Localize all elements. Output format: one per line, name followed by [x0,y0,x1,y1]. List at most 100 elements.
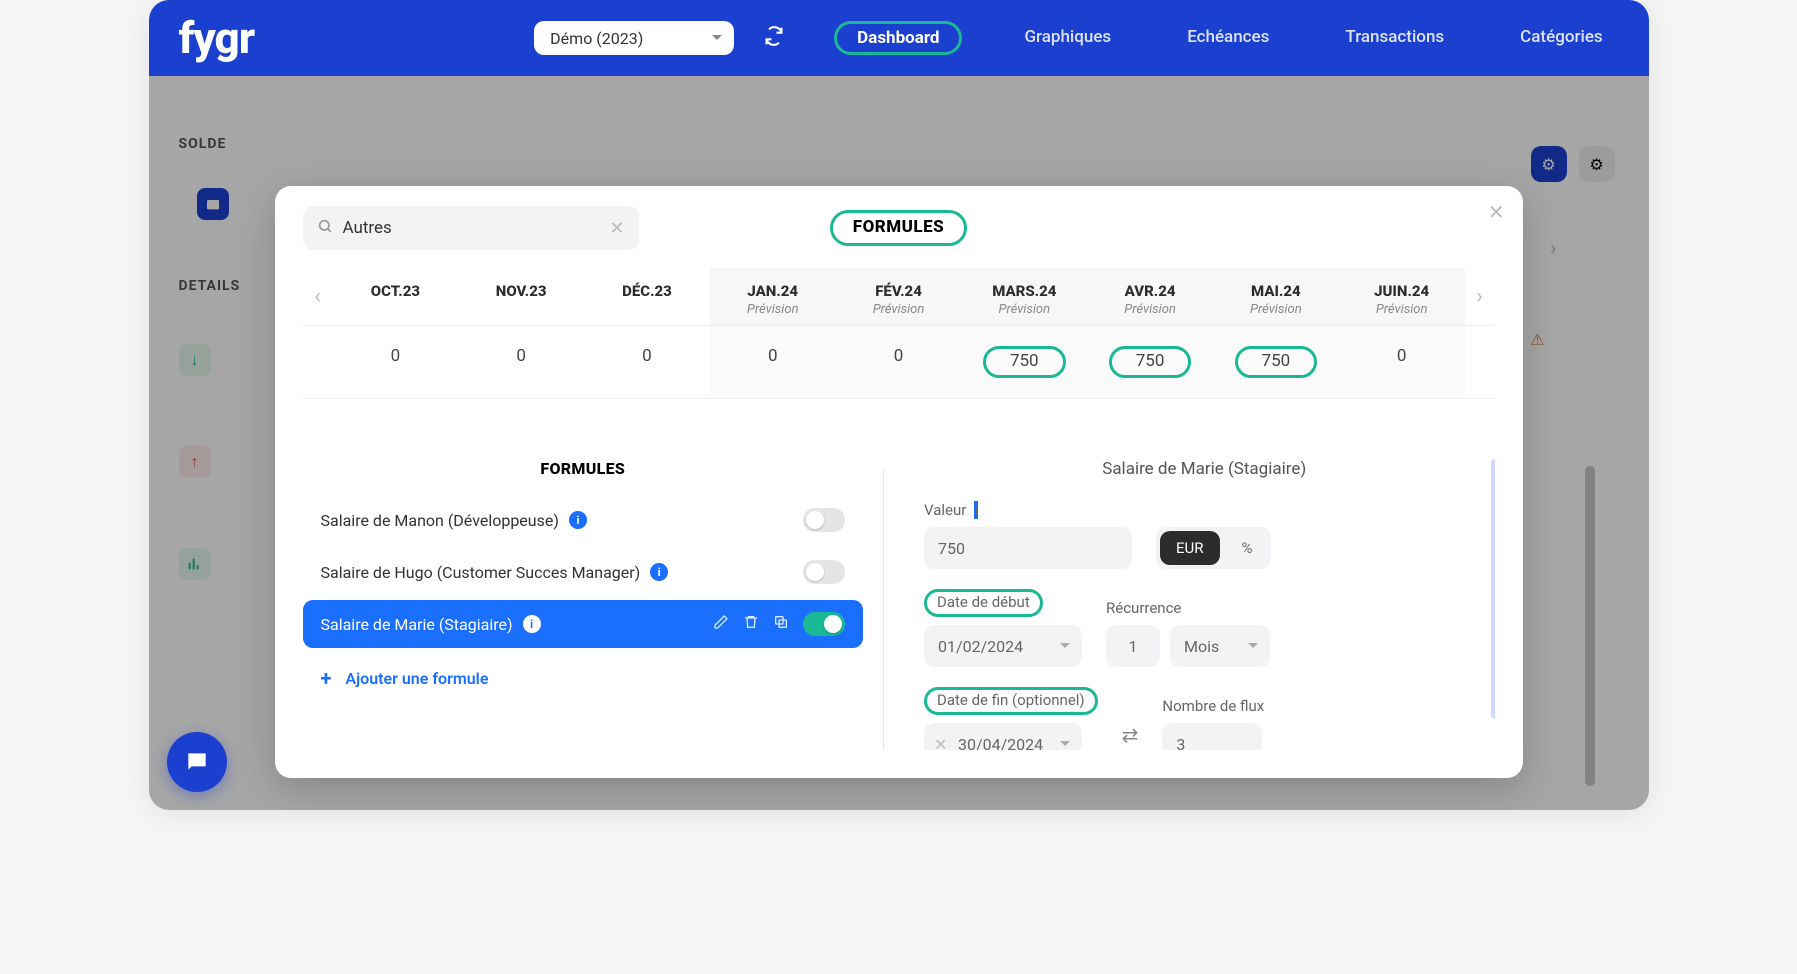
date-debut-value: 01/02/2024 [938,637,1023,656]
recurrence-unit-value: Mois [1184,637,1219,656]
logo: fygr [179,12,255,64]
date-debut-label: Date de début [924,589,1082,617]
value-cell-avr24[interactable]: 750 [1087,326,1213,398]
nav-graphiques[interactable]: Graphiques [1010,21,1125,55]
search-clear-icon[interactable]: ✕ [609,218,624,239]
valeur-input[interactable]: 750 [924,527,1132,569]
modal-close-button[interactable]: ✕ [1488,200,1505,224]
month-sublabel: Prévision [961,302,1087,317]
month-label: DÉC.23 [584,282,710,300]
month-label: JAN.24 [710,282,836,300]
month-col-oct23[interactable]: OCT.23 [333,268,459,325]
value-highlighted: 750 [983,346,1066,378]
recurrence-label: Récurrence [1106,599,1270,617]
formules-modal: ✕ ✕ FORMULES ‹ OCT.23NOV.23DÉC.23JAN.2 [275,186,1523,778]
formula-toggle[interactable] [803,612,845,636]
info-icon[interactable]: i [650,563,668,581]
recurrence-unit-select[interactable]: Mois [1170,625,1270,667]
valeur-value: 750 [938,539,965,558]
search-input[interactable] [343,218,610,238]
month-col-dec23[interactable]: DÉC.23 [584,268,710,325]
info-icon[interactable]: i [974,501,978,519]
month-label: JUIN.24 [1339,282,1465,300]
chat-button[interactable] [167,732,227,792]
formula-label: Salaire de Manon (Développeuse) [321,511,559,530]
nav-transactions[interactable]: Transactions [1331,21,1458,55]
month-sublabel: Prévision [836,302,962,317]
months-prev-button[interactable]: ‹ [303,284,333,309]
info-icon[interactable]: i [569,511,587,529]
date-fin-label: Date de fin (optionnel) [924,687,1098,715]
month-label: AVR.24 [1087,282,1213,300]
flux-value: 3 [1176,735,1185,751]
date-fin-input[interactable]: ✕ 30/04/2024 [924,723,1082,750]
formula-label: Salaire de Hugo (Customer Succes Manager… [321,563,641,582]
add-formula-button[interactable]: + Ajouter une formule [303,652,864,704]
value-cell-mai24[interactable]: 750 [1213,326,1339,398]
value-highlighted: 750 [1109,346,1192,378]
value-highlighted: 750 [1235,346,1318,378]
month-col-mai24[interactable]: MAI.24Prévision [1213,268,1339,325]
value-cell-nov23[interactable]: 0 [458,326,584,398]
month-label: NOV.23 [458,282,584,300]
add-formula-label: Ajouter une formule [345,669,488,688]
month-col-juin24[interactable]: JUIN.24 Prévision [1339,268,1465,325]
detail-scrollbar[interactable] [1491,459,1495,719]
value-cell-juin24[interactable]: 0 [1339,326,1465,398]
refresh-icon[interactable] [764,26,784,50]
company-selector[interactable]: Démo (2023) [534,21,734,55]
month-col-jan24[interactable]: JAN.24 Prévision [710,268,836,325]
plus-icon: + [321,666,332,690]
month-label: MARS.24 [961,282,1087,300]
month-sublabel: Prévision [710,302,836,317]
months-next-button[interactable]: › [1465,284,1495,309]
month-col-avr24[interactable]: AVR.24 Prévision [1087,268,1213,325]
month-label: OCT.23 [333,282,459,300]
nav-dashboard[interactable]: Dashboard [834,21,962,55]
flux-input[interactable]: 3 [1162,723,1262,750]
trash-icon[interactable] [743,614,759,634]
month-col-nov23[interactable]: NOV.23 [458,268,584,325]
swap-icon[interactable]: ⇄ [1122,705,1139,747]
month-label: MAI.24 [1213,282,1339,300]
formula-row-manon[interactable]: Salaire de Manon (Développeuse) i [303,496,864,544]
info-icon[interactable]: i [523,615,541,633]
detail-title: Salaire de Marie (Stagiaire) [924,459,1485,479]
modal-title: FORMULES [679,210,1119,246]
value-cell-dec23[interactable]: 0 [584,326,710,398]
date-debut-input[interactable]: 01/02/2024 [924,625,1082,667]
formula-row-marie[interactable]: Salaire de Marie (Stagiaire) i [303,600,864,648]
formula-row-hugo[interactable]: Salaire de Hugo (Customer Succes Manager… [303,548,864,596]
formula-label: Salaire de Marie (Stagiaire) [321,615,513,634]
month-col-mar24[interactable]: MARS.24 Prévision [961,268,1087,325]
unit-eur-button[interactable]: EUR [1160,531,1220,565]
formula-toggle[interactable] [803,560,845,584]
month-col-fev24[interactable]: FÉV.24 Prévision [836,268,962,325]
month-label: FÉV.24 [836,282,962,300]
unit-pct-button[interactable]: % [1224,527,1271,569]
search-icon [317,218,333,238]
value-cell-mar24[interactable]: 750 [961,326,1087,398]
copy-icon[interactable] [773,614,789,634]
date-fin-value: 30/04/2024 [958,735,1043,751]
date-fin-clear-icon[interactable]: ✕ [934,735,947,751]
recurrence-count-input[interactable]: 1 [1106,625,1160,667]
valeur-label: Valeur i [924,501,1132,519]
month-sublabel: Prévision [1087,302,1213,317]
user-icon[interactable] [1647,25,1649,51]
flux-label: Nombre de flux [1162,697,1264,715]
main-nav: Dashboard Graphiques Echéances Transacti… [834,21,1617,55]
nav-echeances[interactable]: Echéances [1173,21,1283,55]
value-cell-oct23[interactable]: 0 [333,326,459,398]
nav-categories[interactable]: Catégories [1506,21,1617,55]
modal-title-text: FORMULES [830,210,967,246]
formula-toggle[interactable] [803,508,845,532]
month-sublabel: Prévision [1339,302,1465,317]
value-cell-fev24[interactable]: 0 [836,326,962,398]
value-cell-jan24[interactable]: 0 [710,326,836,398]
recurrence-count-value: 1 [1129,637,1138,656]
topbar: fygr Démo (2023) Dashboard Graphiques Ec… [149,0,1649,76]
formules-list-title: FORMULES [303,459,864,478]
edit-icon[interactable] [713,614,729,634]
company-selector-value: Démo (2023) [550,29,643,48]
